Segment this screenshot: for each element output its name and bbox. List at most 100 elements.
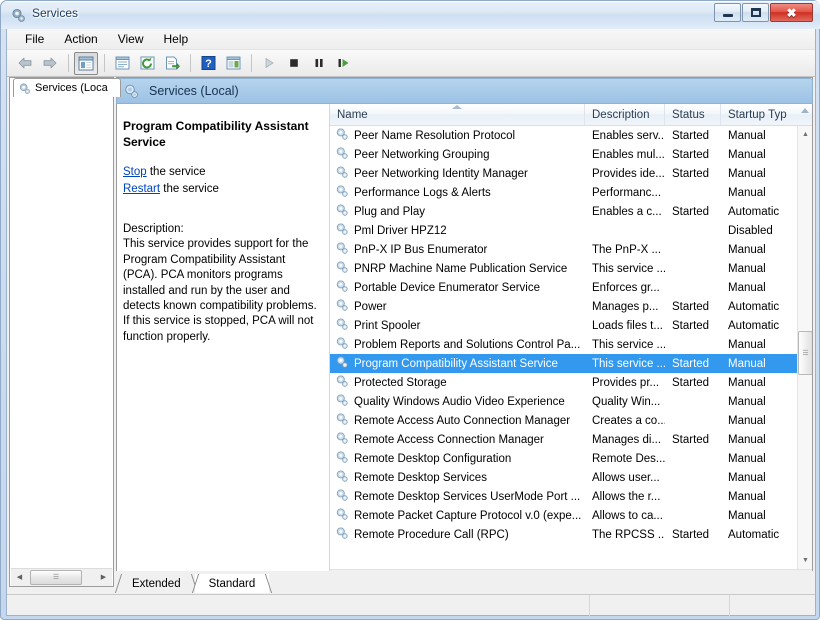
service-name-label: Pml Driver HPZ12 bbox=[354, 224, 447, 237]
stop-icon bbox=[290, 59, 298, 67]
service-name-label: Power bbox=[354, 300, 387, 313]
services-list-body[interactable]: Peer Name Resolution Protocol Enables ser… bbox=[330, 126, 797, 569]
scroll-up-arrow-icon[interactable]: ▲ bbox=[798, 126, 812, 143]
cell-service-name: Plug and Play bbox=[330, 203, 585, 220]
table-row[interactable]: Portable Device Enumerator Service Enforc… bbox=[330, 278, 797, 297]
scroll-right-arrow-icon[interactable]: ▶ bbox=[95, 568, 112, 586]
table-row[interactable]: Problem Reports and Solutions Control Pa… bbox=[330, 335, 797, 354]
table-row[interactable]: Peer Name Resolution Protocol Enables ser… bbox=[330, 126, 797, 145]
table-row[interactable]: Pml Driver HPZ12 Disabled bbox=[330, 221, 797, 240]
cell-startup-type: Manual bbox=[728, 395, 766, 408]
menu-help[interactable]: Help bbox=[155, 30, 198, 48]
cell-description: Enables mul... bbox=[592, 148, 665, 161]
cell-description: Loads files t... bbox=[592, 319, 663, 332]
service-name-label: Remote Procedure Call (RPC) bbox=[354, 528, 509, 541]
restart-service-link[interactable]: Restart bbox=[123, 183, 160, 195]
column-header-description-label: Description bbox=[592, 109, 650, 121]
status-section-3 bbox=[730, 595, 815, 616]
cell-startup-type: Automatic bbox=[728, 300, 780, 313]
cell-service-name: Performance Logs & Alerts bbox=[330, 184, 585, 201]
cell-description: Manages p... bbox=[592, 300, 659, 313]
service-gear-icon bbox=[335, 298, 349, 315]
table-row[interactable]: Plug and Play Enables a c... Started Automa… bbox=[330, 202, 797, 221]
table-row[interactable]: Peer Networking Identity Manager Provides… bbox=[330, 164, 797, 183]
start-service-button[interactable] bbox=[257, 52, 281, 75]
console-tree-body[interactable] bbox=[10, 97, 113, 568]
cell-description: Creates a co... bbox=[592, 414, 665, 427]
table-row[interactable]: Remote Desktop Services Allows user... Man… bbox=[330, 468, 797, 487]
services-list-view: Name Description Status Startup Typ Peer… bbox=[330, 104, 812, 586]
help-button[interactable]: ? bbox=[196, 52, 220, 75]
table-row[interactable]: Power Manages p... Started Automatic bbox=[330, 297, 797, 316]
maximize-button[interactable] bbox=[742, 3, 769, 22]
table-row[interactable]: Protected Storage Provides pr... Started Ma… bbox=[330, 373, 797, 392]
toolbar-separator bbox=[68, 54, 69, 72]
cell-startup-type: Manual bbox=[728, 148, 766, 161]
menu-view[interactable]: View bbox=[109, 30, 153, 48]
pause-icon bbox=[315, 59, 323, 67]
forward-button[interactable] bbox=[38, 52, 62, 75]
cell-status: Started bbox=[672, 319, 710, 332]
table-row[interactable]: Print Spooler Loads files t... Started Auto… bbox=[330, 316, 797, 335]
menu-action[interactable]: Action bbox=[55, 30, 106, 48]
tree-tab-strip: Services (Loca bbox=[9, 77, 121, 97]
tab-standard[interactable]: Standard bbox=[194, 574, 270, 593]
restart-service-button[interactable] bbox=[332, 52, 356, 75]
column-header-status[interactable]: Status bbox=[665, 104, 721, 126]
cell-service-name: Protected Storage bbox=[330, 374, 585, 391]
show-action-pane-button[interactable] bbox=[221, 52, 245, 75]
cell-description: Allows user... bbox=[592, 471, 660, 484]
table-row[interactable]: Remote Procedure Call (RPC) The RPCSS ...… bbox=[330, 525, 797, 544]
scroll-left-arrow-icon[interactable]: ◀ bbox=[11, 568, 28, 586]
column-header-startup-type[interactable]: Startup Typ bbox=[721, 104, 812, 126]
table-row[interactable]: Remote Access Auto Connection Manager Cre… bbox=[330, 411, 797, 430]
service-gear-icon bbox=[335, 260, 349, 277]
tab-standard-label: Standard bbox=[208, 577, 256, 590]
tree-hscroll-thumb[interactable]: ☰ bbox=[30, 569, 82, 585]
table-row[interactable]: Performance Logs & Alerts Performanc... Ma… bbox=[330, 183, 797, 202]
table-row[interactable]: Peer Networking Grouping Enables mul... St… bbox=[330, 145, 797, 164]
cell-description: Provides ide... bbox=[592, 167, 665, 180]
pause-service-button[interactable] bbox=[307, 52, 331, 75]
table-row[interactable]: Remote Access Connection Manager Manages … bbox=[330, 430, 797, 449]
stop-service-button[interactable] bbox=[282, 52, 306, 75]
tab-extended[interactable]: Extended bbox=[118, 574, 195, 593]
view-tab-strip: Extended Standard bbox=[116, 571, 813, 593]
table-row[interactable]: Remote Desktop Configuration Remote Des..… bbox=[330, 449, 797, 468]
table-row[interactable]: PNRP Machine Name Publication Service Thi… bbox=[330, 259, 797, 278]
stop-service-suffix: the service bbox=[146, 166, 206, 178]
properties-button[interactable] bbox=[110, 52, 134, 75]
show-hide-console-tree-button[interactable] bbox=[74, 51, 98, 75]
service-name-label: Print Spooler bbox=[354, 319, 421, 332]
column-header-name[interactable]: Name bbox=[330, 104, 585, 126]
cell-service-name: Portable Device Enumerator Service bbox=[330, 279, 585, 296]
cell-service-name: PnP-X IP Bus Enumerator bbox=[330, 241, 585, 258]
service-gear-icon bbox=[335, 336, 349, 353]
table-row[interactable]: Program Compatibility Assistant Service T… bbox=[330, 354, 797, 373]
service-gear-icon bbox=[335, 146, 349, 163]
services-local-header-tab[interactable]: Services (Local) bbox=[116, 78, 813, 104]
list-vertical-scrollbar[interactable]: ▲ ☰ ▼ bbox=[797, 126, 812, 569]
refresh-button[interactable] bbox=[135, 52, 159, 75]
table-row[interactable]: Remote Desktop Services UserMode Port ..… bbox=[330, 487, 797, 506]
table-row[interactable]: Quality Windows Audio Video Experience Qu… bbox=[330, 392, 797, 411]
table-row[interactable]: PnP-X IP Bus Enumerator The PnP-X ... Manu… bbox=[330, 240, 797, 259]
list-vscroll-thumb[interactable]: ☰ bbox=[798, 331, 812, 375]
cell-service-name: Remote Desktop Services bbox=[330, 469, 585, 486]
table-row[interactable]: Remote Packet Capture Protocol v.0 (expe… bbox=[330, 506, 797, 525]
export-list-icon bbox=[165, 56, 180, 70]
scroll-down-arrow-icon[interactable]: ▼ bbox=[798, 552, 812, 569]
tree-horizontal-scrollbar[interactable]: ◀ ☰ ▶ bbox=[11, 568, 112, 586]
cell-service-name: Remote Procedure Call (RPC) bbox=[330, 526, 585, 543]
toolbar-separator bbox=[190, 54, 191, 72]
column-header-description[interactable]: Description bbox=[585, 104, 665, 126]
stop-service-link[interactable]: Stop bbox=[123, 166, 147, 178]
minimize-button[interactable] bbox=[714, 3, 741, 22]
export-list-button[interactable] bbox=[160, 52, 184, 75]
cell-startup-type: Manual bbox=[728, 167, 766, 180]
back-button[interactable] bbox=[13, 52, 37, 75]
close-button[interactable]: ✖ bbox=[770, 3, 813, 22]
menu-file[interactable]: File bbox=[16, 30, 53, 48]
tree-hscroll-track[interactable]: ☰ bbox=[28, 568, 95, 586]
tab-services-local-tree[interactable]: Services (Loca bbox=[13, 78, 121, 97]
